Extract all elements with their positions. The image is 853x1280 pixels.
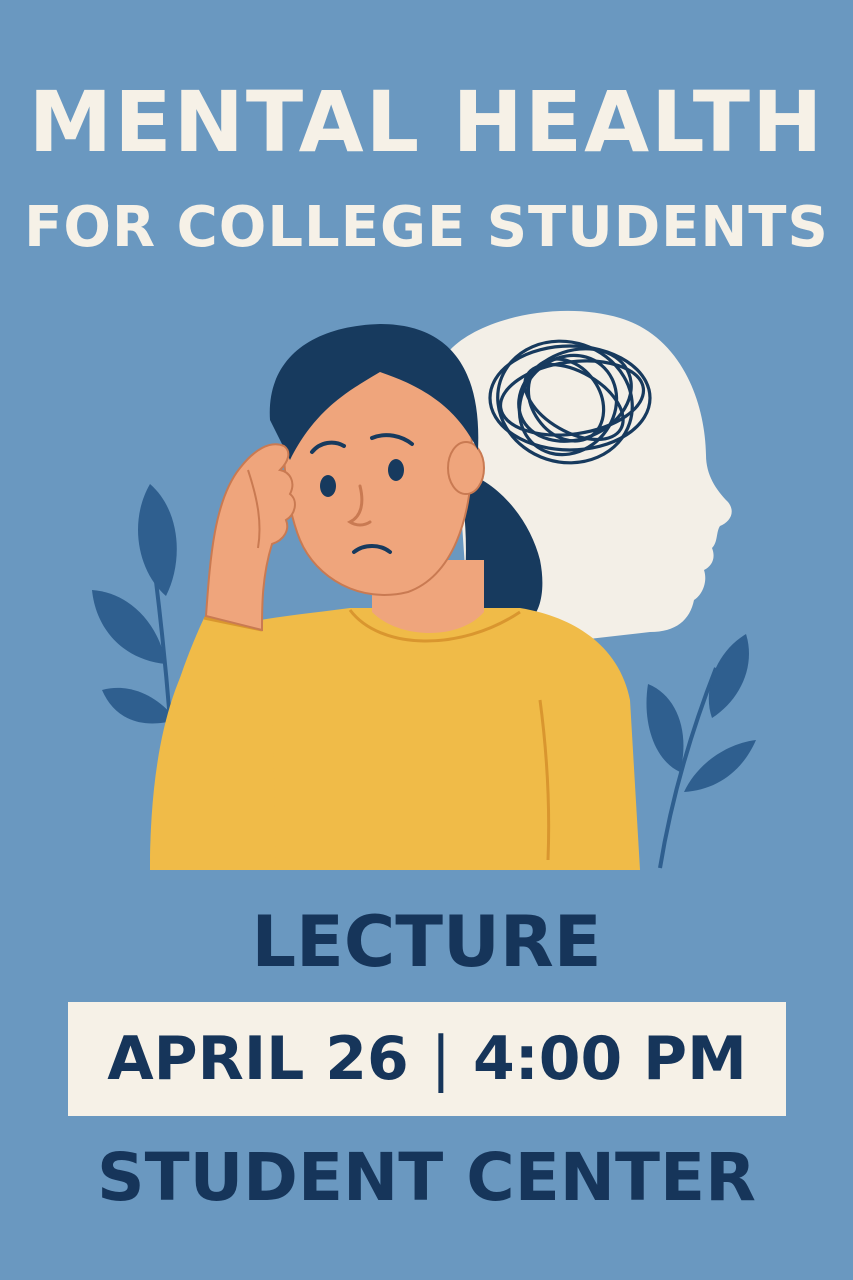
event-date: APRIL 26 xyxy=(107,1024,409,1094)
stressed-student-illustration xyxy=(92,310,756,870)
event-location: STUDENT CENTER xyxy=(97,1139,756,1216)
poster: MENTAL HEALTH FOR COLLEGE STUDENTS LECTU… xyxy=(0,0,853,1280)
date-time-banner: APRIL 26 | 4:00 PM xyxy=(68,1002,786,1116)
poster-subtitle: FOR COLLEGE STUDENTS xyxy=(24,195,829,260)
leaf-branch-icon xyxy=(92,484,177,724)
event-type: LECTURE xyxy=(251,901,602,983)
event-time: 4:00 PM xyxy=(472,1024,747,1094)
date-time-separator: | xyxy=(430,1024,451,1094)
leaf-branch-icon xyxy=(646,634,756,869)
poster-title: MENTAL HEALTH xyxy=(28,73,825,171)
